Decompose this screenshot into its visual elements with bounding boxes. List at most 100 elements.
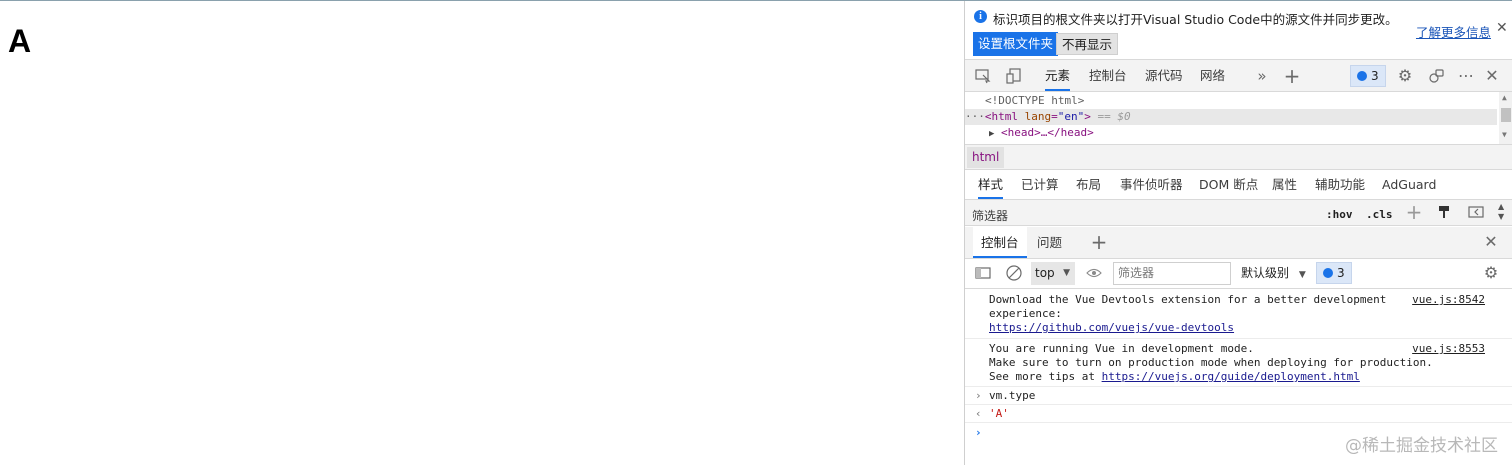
tab-event-listeners[interactable]: 事件侦听器 (1120, 170, 1183, 199)
message-line: See more tips at https://vuejs.org/guide… (989, 370, 1360, 384)
clear-console-icon[interactable] (1005, 264, 1023, 282)
log-level-select[interactable]: 默认级别 ▼ (1241, 262, 1306, 285)
console-settings-icon[interactable]: ⚙ (1482, 264, 1500, 282)
html-tag: <html (984, 110, 1018, 123)
devtools-toolbar: 元素 控制台 源代码 网络 » + 3 ⚙ ⋯ ✕ (965, 60, 1512, 92)
attr-value: "en" (1057, 110, 1085, 123)
prompt-icon: › (975, 426, 982, 439)
page-content-letter: A (8, 23, 32, 59)
deployment-guide-link[interactable]: https://vuejs.org/guide/deployment.html (1102, 370, 1360, 383)
dom-doctype[interactable]: <!DOCTYPE html> (965, 93, 1497, 109)
head-tag: <head>…</head> (1001, 126, 1094, 139)
tab-layout[interactable]: 布局 (1076, 170, 1101, 199)
issues-count: 3 (1371, 69, 1379, 83)
add-tab-icon[interactable]: + (1283, 66, 1301, 86)
learn-more-link[interactable]: 了解更多信息 (1416, 22, 1491, 41)
attr-equals: = (1051, 110, 1058, 123)
tab-adguard[interactable]: AdGuard (1382, 170, 1436, 199)
info-icon: i (974, 10, 987, 23)
drawer-tabs: 控制台 问题 + ✕ (965, 227, 1512, 259)
hov-toggle[interactable]: :hov (1326, 208, 1353, 221)
device-icon[interactable] (1005, 67, 1023, 85)
console-toolbar: top ▼ 筛选器 默认级别 ▼ 3 ⚙ (965, 259, 1512, 289)
screen: A i 标识项目的根文件夹以打开Visual Studio Code中的源文件并… (0, 0, 1512, 465)
inspect-icon[interactable] (974, 67, 992, 85)
scroll-up-icon[interactable]: ▲ (1502, 93, 1507, 102)
tab-dom-breakpoints[interactable]: DOM 断点 (1199, 170, 1258, 199)
add-rule-icon[interactable]: + (1405, 202, 1423, 222)
message-line: You are running Vue in development mode. (989, 342, 1254, 355)
tab-network[interactable]: 网络 (1200, 60, 1225, 91)
console-message: Download the Vue Devtools extension for … (965, 290, 1512, 339)
console-filter-input[interactable]: 筛选器 (1113, 262, 1231, 285)
console-input-echo: › vm.type (965, 387, 1512, 405)
console-message: You are running Vue in development mode.… (965, 339, 1512, 387)
cls-toggle[interactable]: .cls (1366, 208, 1393, 221)
html-tag-close: > (1084, 110, 1091, 123)
close-icon[interactable]: ✕ (1496, 21, 1508, 35)
add-drawer-tab-icon[interactable]: + (1090, 232, 1108, 252)
message-line: experience: (989, 307, 1062, 320)
web-page: A (0, 1, 964, 465)
chevron-left-icon: ‹ (975, 407, 982, 420)
elements-scrollbar[interactable]: ▲ ▼ (1499, 92, 1512, 144)
console-issues-count: 3 (1337, 266, 1345, 280)
context-value: top (1035, 266, 1055, 280)
connect-icon[interactable] (1427, 67, 1445, 85)
message-line: Download the Vue Devtools extension for … (989, 293, 1387, 306)
devtools-panel: i 标识项目的根文件夹以打开Visual Studio Code中的源文件并同步… (964, 1, 1512, 465)
message-icon (1323, 268, 1333, 278)
selected-marker: == $0 (1097, 110, 1131, 123)
scroll-down-icon[interactable]: ▼ (1502, 130, 1507, 139)
tab-accessibility[interactable]: 辅助功能 (1315, 170, 1365, 199)
more-tabs-icon[interactable]: » (1253, 67, 1271, 85)
scroll-thumb[interactable] (1501, 108, 1511, 122)
styles-tabs: 样式 已计算 布局 事件侦听器 DOM 断点 属性 辅助功能 AdGuard (965, 170, 1512, 200)
issues-badge[interactable]: 3 (1350, 65, 1386, 87)
paint-icon[interactable] (1435, 203, 1453, 221)
drawer-tab-issues[interactable]: 问题 (1037, 227, 1062, 258)
watermark: @稀土掘金技术社区 (1345, 436, 1498, 456)
breadcrumb-html[interactable]: html (967, 147, 1005, 168)
attr-name: lang (1024, 110, 1052, 123)
tab-styles[interactable]: 样式 (978, 170, 1004, 199)
chevron-right-icon: › (975, 389, 982, 402)
tab-sources[interactable]: 源代码 (1145, 60, 1183, 91)
drawer-tab-console[interactable]: 控制台 (973, 227, 1027, 258)
more-icon[interactable]: ⋯ (1457, 67, 1475, 85)
breadcrumb: html (965, 144, 1512, 170)
dom-html-node[interactable]: ···<html lang="en"> == $0 (965, 109, 1497, 125)
dont-show-again-button[interactable]: 不再显示 (1056, 33, 1119, 55)
dom-head-node[interactable]: ▶ <head>…</head> (965, 125, 1497, 141)
message-prefix: See more tips at (989, 370, 1102, 383)
set-root-folder-button[interactable]: 设置根文件夹 (973, 32, 1059, 56)
console-sidebar-icon[interactable] (974, 264, 992, 282)
input-expression: vm.type (989, 389, 1036, 402)
vue-devtools-link[interactable]: https://github.com/vuejs/vue-devtools (989, 321, 1234, 335)
close-drawer-icon[interactable]: ✕ (1482, 233, 1500, 251)
tab-properties[interactable]: 属性 (1272, 170, 1297, 199)
elements-tree: <!DOCTYPE html> ···<html lang="en"> == $… (965, 92, 1512, 144)
info-message: 标识项目的根文件夹以打开Visual Studio Code中的源文件并同步更改… (993, 12, 1398, 27)
chevron-down-icon: ▼ (1298, 270, 1306, 280)
styles-scroll-icon[interactable]: ▲ ▼ (1498, 202, 1504, 222)
console-issues-badge[interactable]: 3 (1316, 262, 1352, 284)
chevron-down-icon: ▼ (1063, 268, 1070, 278)
expand-triangle-icon[interactable]: ▶ (989, 129, 994, 139)
ellipsis-icon: ··· (965, 110, 985, 123)
source-link[interactable]: vue.js:8553 (1412, 342, 1485, 355)
styles-filter-row: 筛选器 :hov .cls + ▲ ▼ (965, 200, 1512, 226)
tab-console[interactable]: 控制台 (1089, 60, 1127, 91)
context-select[interactable]: top ▼ (1031, 262, 1075, 285)
settings-icon[interactable]: ⚙ (1396, 67, 1414, 85)
log-level-value: 默认级别 (1241, 266, 1290, 280)
close-icon[interactable]: ✕ (1483, 67, 1501, 85)
source-link[interactable]: vue.js:8542 (1412, 293, 1485, 306)
sidebar-toggle-icon[interactable] (1467, 203, 1485, 221)
tab-computed[interactable]: 已计算 (1021, 170, 1059, 199)
result-value: 'A' (989, 407, 1009, 420)
console-result: ‹ 'A' (965, 405, 1512, 423)
tab-elements[interactable]: 元素 (1045, 60, 1071, 91)
styles-filter-input[interactable]: 筛选器 (972, 207, 1008, 224)
eye-icon[interactable] (1085, 264, 1103, 282)
